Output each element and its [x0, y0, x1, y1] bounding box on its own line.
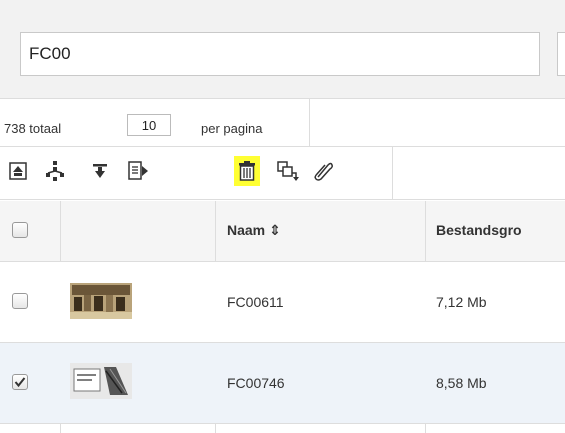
- split-icon[interactable]: [42, 156, 68, 186]
- row-checkbox[interactable]: [12, 374, 28, 390]
- divider: [0, 423, 565, 424]
- total-count: 738 totaal: [4, 121, 62, 136]
- divider: [392, 147, 393, 199]
- per-page-label: per pagina: [201, 121, 263, 136]
- file-name: FC00746: [227, 375, 285, 391]
- select-all-checkbox[interactable]: [12, 222, 28, 238]
- file-name: FC00611: [227, 294, 284, 310]
- file-size: 8,58 Mb: [436, 375, 487, 391]
- search-input[interactable]: [20, 32, 540, 76]
- export-icon[interactable]: [125, 156, 151, 186]
- attach-icon[interactable]: [310, 156, 336, 186]
- row-checkbox[interactable]: [12, 293, 28, 309]
- thumbnail-image[interactable]: [70, 283, 132, 319]
- trash-icon[interactable]: [234, 156, 260, 186]
- per-page-input[interactable]: [127, 114, 171, 136]
- divider: [309, 99, 310, 146]
- thumbnail-image[interactable]: [70, 363, 132, 399]
- move-bottom-icon[interactable]: [87, 156, 113, 186]
- column-header-naam[interactable]: Naam ⇕: [227, 222, 281, 239]
- pager-bar: [0, 99, 565, 146]
- file-size: 7,12 Mb: [436, 294, 487, 310]
- divider: [0, 199, 565, 200]
- column-header-bestandsgrootte[interactable]: Bestandsgro: [436, 222, 522, 238]
- copy-icon[interactable]: [275, 156, 301, 186]
- move-top-icon[interactable]: [5, 156, 31, 186]
- search-button-partial[interactable]: [557, 32, 565, 76]
